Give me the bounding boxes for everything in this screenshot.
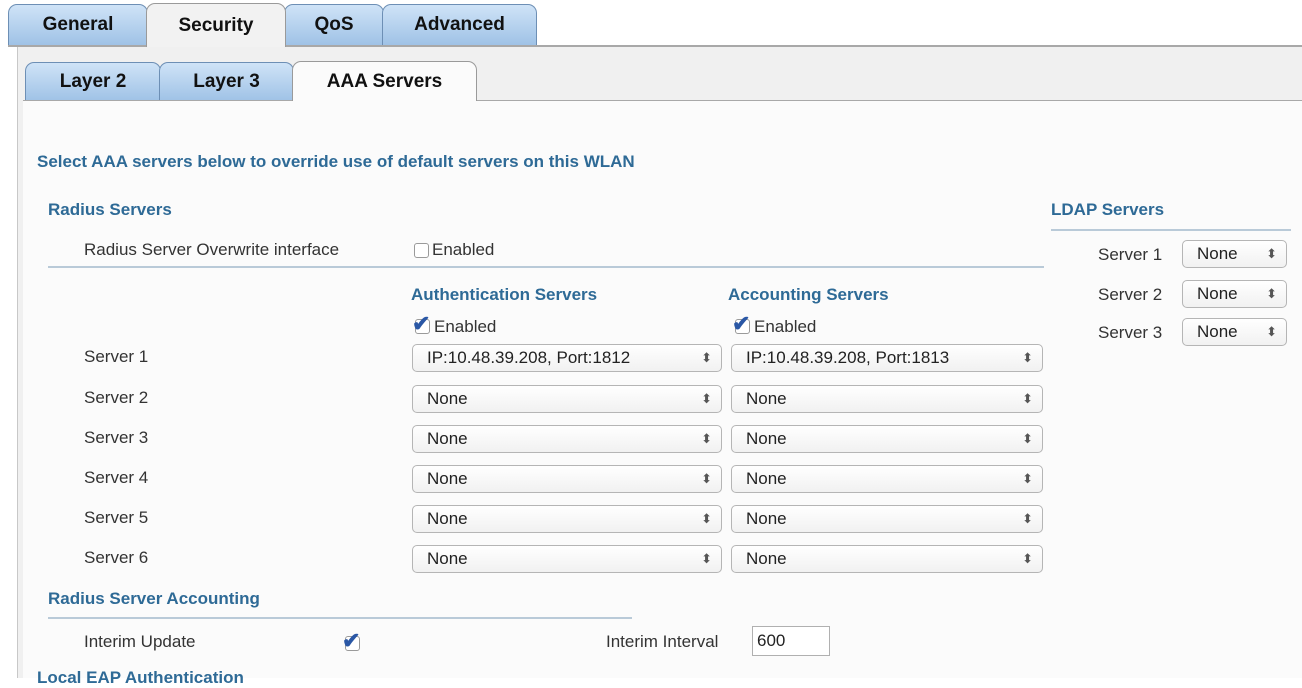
local-eap-heading: Local EAP Authentication <box>37 668 244 687</box>
auth-server-3-select[interactable]: None ⬍ <box>412 425 722 453</box>
interim-interval-input[interactable]: 600 <box>752 626 830 656</box>
server-6-label: Server 6 <box>84 548 149 567</box>
updown-arrows-icon: ⬍ <box>1022 391 1033 406</box>
auth-server-1-value: IP:10.48.39.208, Port:1812 <box>427 348 631 367</box>
acct-server-5-select[interactable]: None ⬍ <box>731 505 1043 533</box>
acct-servers-heading: Accounting Servers <box>728 285 889 304</box>
auth-server-6-select[interactable]: None ⬍ <box>412 545 722 573</box>
ldap-server-1-label: Server 1 <box>1098 245 1163 264</box>
ldap-server-1-value: None <box>1197 244 1238 263</box>
auth-server-6-value: None <box>427 549 468 568</box>
acct-server-6-value: None <box>746 549 787 568</box>
acct-server-2-value: None <box>746 389 787 408</box>
ldap-server-2-label: Server 2 <box>1098 285 1163 304</box>
updown-arrows-icon: ⬍ <box>1266 324 1277 339</box>
updown-arrows-icon: ⬍ <box>701 471 712 486</box>
acct-server-4-select[interactable]: None ⬍ <box>731 465 1043 493</box>
ldap-server-1-select[interactable]: None ⬍ <box>1182 240 1287 268</box>
top-tab-bar: General Security QoS Advanced <box>0 0 1302 47</box>
server-3-label: Server 3 <box>84 428 149 447</box>
updown-arrows-icon: ⬍ <box>1022 350 1033 365</box>
tab-qos[interactable]: QoS <box>284 4 384 45</box>
accounting-divider <box>48 617 632 619</box>
auth-server-1-select[interactable]: IP:10.48.39.208, Port:1812 ⬍ <box>412 344 722 372</box>
acct-server-3-select[interactable]: None ⬍ <box>731 425 1043 453</box>
ldap-server-2-value: None <box>1197 284 1238 303</box>
acct-server-2-select[interactable]: None ⬍ <box>731 385 1043 413</box>
tab-general[interactable]: General <box>8 4 148 45</box>
auth-server-2-select[interactable]: None ⬍ <box>412 385 722 413</box>
auth-enabled-label: Enabled <box>434 317 497 336</box>
server-1-label: Server 1 <box>84 347 149 366</box>
server-5-label: Server 5 <box>84 508 149 527</box>
overwrite-enabled-label: Enabled <box>432 240 495 259</box>
updown-arrows-icon: ⬍ <box>1266 246 1277 261</box>
acct-server-4-value: None <box>746 469 787 488</box>
auth-server-3-value: None <box>427 429 468 448</box>
updown-arrows-icon: ⬍ <box>701 391 712 406</box>
updown-arrows-icon: ⬍ <box>701 551 712 566</box>
tab-advanced[interactable]: Advanced <box>382 4 537 45</box>
ldap-server-3-select[interactable]: None ⬍ <box>1182 318 1287 346</box>
subtab-divider <box>23 100 1302 101</box>
subtab-layer2[interactable]: Layer 2 <box>25 62 161 101</box>
intro-heading: Select AAA servers below to override use… <box>37 152 635 171</box>
checkmark-icon: ✔ <box>342 628 361 653</box>
updown-arrows-icon: ⬍ <box>701 350 712 365</box>
radius-accounting-heading: Radius Server Accounting <box>48 589 260 608</box>
ldap-server-3-value: None <box>1197 322 1238 341</box>
auth-server-4-value: None <box>427 469 468 488</box>
interim-update-label: Interim Update <box>84 632 196 651</box>
auth-server-4-select[interactable]: None ⬍ <box>412 465 722 493</box>
tab-security[interactable]: Security <box>146 3 286 47</box>
overwrite-interface-label: Radius Server Overwrite interface <box>84 240 340 259</box>
auth-server-5-select[interactable]: None ⬍ <box>412 505 722 533</box>
updown-arrows-icon: ⬍ <box>1022 471 1033 486</box>
subtab-aaa-servers[interactable]: AAA Servers <box>292 61 477 101</box>
acct-server-3-value: None <box>746 429 787 448</box>
updown-arrows-icon: ⬍ <box>1022 431 1033 446</box>
ldap-divider <box>1051 229 1291 231</box>
interim-interval-label: Interim Interval <box>606 632 719 651</box>
updown-arrows-icon: ⬍ <box>1022 511 1033 526</box>
server-4-label: Server 4 <box>84 468 149 487</box>
auth-server-2-value: None <box>427 389 468 408</box>
server-2-label: Server 2 <box>84 388 149 407</box>
acct-server-6-select[interactable]: None ⬍ <box>731 545 1043 573</box>
auth-server-5-value: None <box>427 509 468 528</box>
ldap-server-2-select[interactable]: None ⬍ <box>1182 280 1287 308</box>
acct-enabled-label: Enabled <box>754 317 817 336</box>
checkmark-icon: ✔ <box>732 311 751 336</box>
radius-divider <box>48 266 1044 268</box>
ldap-servers-heading: LDAP Servers <box>1051 200 1165 219</box>
updown-arrows-icon: ⬍ <box>1022 551 1033 566</box>
acct-server-1-select[interactable]: IP:10.48.39.208, Port:1813 ⬍ <box>731 344 1043 372</box>
subtab-layer3[interactable]: Layer 3 <box>159 62 294 101</box>
checkmark-icon: ✔ <box>412 311 431 336</box>
updown-arrows-icon: ⬍ <box>1266 286 1277 301</box>
auth-servers-heading: Authentication Servers <box>411 285 598 304</box>
acct-server-5-value: None <box>746 509 787 528</box>
overwrite-enabled-checkbox[interactable] <box>414 243 429 258</box>
ldap-server-3-label: Server 3 <box>1098 323 1163 342</box>
acct-server-1-value: IP:10.48.39.208, Port:1813 <box>746 348 950 367</box>
radius-servers-heading: Radius Servers <box>48 200 172 219</box>
updown-arrows-icon: ⬍ <box>701 511 712 526</box>
updown-arrows-icon: ⬍ <box>701 431 712 446</box>
